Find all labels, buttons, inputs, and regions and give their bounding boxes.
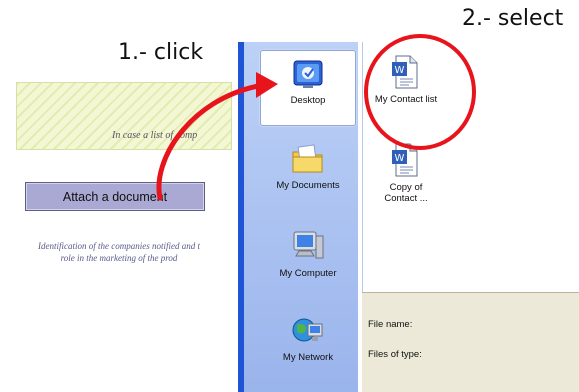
step-1-label: 1.- click — [118, 40, 204, 65]
file-my-contact-list[interactable]: W My Contact list — [363, 54, 449, 105]
file-label-line-1: Copy of — [389, 182, 423, 193]
file-label: Copy of Contact ... — [384, 182, 427, 204]
file-label-line-2: Contact ... — [384, 193, 428, 204]
identification-line-2: role in the marketing of the prod — [60, 253, 178, 263]
word-document-icon: W — [392, 143, 418, 177]
file-list-area: W My Contact list W Copy of Contact ... — [362, 42, 579, 292]
svg-text:W: W — [395, 65, 405, 76]
file-label: My Contact list — [374, 94, 438, 105]
dialog-bottom-panel: File name: Files of type: — [362, 292, 579, 392]
step-2-label: 2.- select — [462, 6, 564, 31]
place-my-documents[interactable]: My Documents — [260, 142, 356, 212]
place-my-network[interactable]: My Network — [260, 312, 356, 382]
identification-line-1: Identification of the companies notified… — [38, 241, 200, 251]
files-of-type-label: Files of type: — [368, 349, 422, 360]
word-document-icon: W — [392, 55, 418, 89]
place-my-computer[interactable]: My Computer — [260, 228, 356, 298]
place-label: My Documents — [276, 180, 340, 191]
attach-document-button[interactable]: Attach a document — [25, 182, 205, 211]
my-computer-icon — [293, 231, 324, 259]
place-desktop[interactable]: Desktop — [260, 50, 356, 126]
places-bar: Desktop My Documents My Computer My Netw… — [244, 42, 358, 392]
place-label: Desktop — [290, 95, 326, 106]
open-file-dialog: Desktop My Documents My Computer My Netw… — [238, 42, 579, 392]
note-text: In case a list of comp — [112, 130, 198, 141]
file-name-label: File name: — [368, 319, 413, 330]
identification-text: Identification of the companies notified… — [8, 240, 230, 264]
my-network-icon — [292, 318, 323, 342]
place-label: My Computer — [279, 268, 337, 279]
desktop-icon — [293, 60, 323, 88]
svg-text:W: W — [395, 153, 405, 164]
file-copy-of-contact[interactable]: W Copy of Contact ... — [363, 142, 449, 204]
place-label: My Network — [282, 352, 334, 363]
my-documents-icon — [292, 144, 323, 173]
